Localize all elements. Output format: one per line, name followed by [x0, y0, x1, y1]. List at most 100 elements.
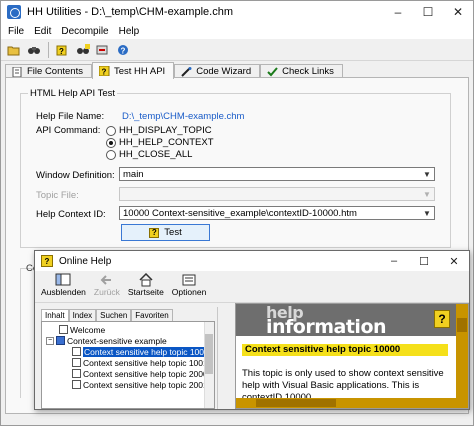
tab-contents[interactable]: Inhalt — [41, 309, 69, 321]
tab-label: File Contents — [27, 66, 83, 77]
page-icon — [72, 380, 81, 389]
scrollbar-thumb[interactable] — [457, 318, 467, 332]
tree-item[interactable]: Context sensitive help topic 10010 — [72, 357, 212, 368]
back-button[interactable]: Zurück — [90, 271, 124, 297]
help-question-icon: ? — [434, 310, 450, 328]
help-file-label: Help File Name: — [36, 111, 105, 122]
scrollbar-thumb[interactable] — [256, 399, 336, 407]
home-button-label: Startseite — [127, 287, 164, 297]
groupbox-edge — [20, 268, 21, 398]
home-button[interactable]: Startseite — [124, 271, 168, 297]
options-button[interactable]: Optionen — [168, 271, 211, 297]
radio-hh-close-all[interactable]: HH_CLOSE_ALL — [106, 149, 192, 160]
banner-logo-text: help information — [266, 305, 387, 337]
svg-text:?: ? — [121, 46, 126, 55]
tab-strip: File Contents ? Test HH API Code Wizard … — [5, 62, 343, 79]
tree-item[interactable]: Context sensitive help topic 10000 — [72, 346, 214, 357]
tree-item-label: Context sensitive help topic 20000 — [83, 368, 213, 379]
tree-scrollbar[interactable] — [204, 322, 214, 408]
toolbar-separator — [48, 41, 49, 58]
options-icon — [181, 273, 197, 287]
page-icon — [72, 369, 81, 378]
collapse-toggle[interactable]: − — [46, 336, 54, 345]
tab-test-hh-api[interactable]: ? Test HH API — [91, 62, 175, 79]
tree-item-label: Context-sensitive example — [67, 335, 167, 346]
search-help-icon[interactable] — [74, 41, 92, 59]
online-help-title-bar: ? Online Help – ☐ ✕ — [35, 251, 469, 271]
tab-check-links[interactable]: Check Links — [260, 64, 343, 78]
hide-button-label: Ausblenden — [41, 287, 86, 297]
tab-file-contents[interactable]: File Contents — [5, 64, 92, 78]
tree-item[interactable]: Context sensitive help topic 20000 — [72, 368, 212, 379]
test-button[interactable]: ? Test — [121, 224, 210, 241]
tree-item-label: Context sensitive help topic 20010 — [83, 379, 213, 390]
tree-item[interactable]: Context sensitive help topic 20010 — [72, 379, 212, 390]
wizard-icon — [181, 66, 192, 77]
close-button[interactable]: ✕ — [439, 251, 469, 271]
help-file-value: D:\_temp\CHM-example.chm — [122, 111, 245, 122]
scrollbar-thumb[interactable] — [205, 334, 213, 374]
radio-dot — [106, 137, 116, 148]
help-book-icon[interactable]: ? — [54, 41, 72, 59]
radio-dot — [106, 125, 116, 136]
test-button-label: Test — [164, 227, 182, 238]
toolbar: ? ? — [1, 39, 473, 61]
window-definition-label: Window Definition: — [36, 170, 115, 181]
svg-text:?: ? — [101, 68, 106, 77]
window-definition-combo[interactable]: main ▼ — [119, 167, 435, 181]
radio-hh-help-context[interactable]: HH_HELP_CONTEXT — [106, 137, 214, 148]
radio-label: HH_DISPLAY_TOPIC — [119, 125, 212, 136]
menu-file[interactable]: File — [3, 26, 29, 37]
close-button[interactable]: ✕ — [443, 1, 473, 23]
svg-text:?: ? — [59, 47, 64, 56]
help-context-id-value: 10000 Context-sensitive_example\contextI… — [123, 207, 357, 219]
binoculars-icon[interactable] — [25, 41, 43, 59]
help-question-icon: ? — [149, 227, 160, 238]
topic-file-label: Topic File: — [36, 190, 79, 201]
topic-pane: help information ? Context sensitive hel… — [235, 303, 469, 409]
tab-favorites[interactable]: Favoriten — [131, 309, 173, 321]
help-context-id-label: Help Context ID: — [36, 209, 106, 220]
hide-button[interactable]: Ausblenden — [37, 271, 90, 297]
tab-label: Code Wizard — [196, 66, 252, 77]
options-button-label: Optionen — [171, 287, 207, 297]
window-definition-value: main — [123, 168, 144, 180]
chevron-down-icon[interactable]: ▼ — [420, 168, 434, 180]
group-title: HTML Help API Test — [28, 88, 118, 99]
menu-edit[interactable]: Edit — [29, 26, 56, 37]
radio-hh-display-topic[interactable]: HH_DISPLAY_TOPIC — [106, 125, 212, 136]
minimize-button[interactable]: – — [379, 251, 409, 271]
window-title: HH Utilities - D:\_temp\CHM-example.chm — [27, 6, 233, 18]
tab-label: Test HH API — [113, 65, 166, 77]
tree-item-label: Welcome — [70, 324, 106, 335]
help-question-icon: ? — [41, 255, 53, 267]
hide-panel-icon — [55, 273, 71, 287]
menu-decompile[interactable]: Decompile — [56, 26, 113, 37]
tab-code-wizard[interactable]: Code Wizard — [174, 64, 261, 78]
chevron-down-icon[interactable]: ▼ — [420, 207, 434, 219]
help-icon[interactable]: ? — [114, 41, 132, 59]
tree-item[interactable]: Welcome — [59, 324, 105, 335]
radio-label: HH_CLOSE_ALL — [119, 149, 193, 160]
back-arrow-icon — [99, 273, 115, 287]
help-context-id-combo[interactable]: 10000 Context-sensitive_example\contextI… — [119, 206, 435, 220]
minimize-button[interactable]: – — [383, 1, 413, 23]
help-question-icon: ? — [98, 65, 110, 77]
compile-icon[interactable] — [94, 41, 112, 59]
book-icon — [56, 336, 65, 345]
tab-search[interactable]: Suchen — [96, 309, 132, 321]
maximize-button[interactable]: ☐ — [409, 251, 439, 271]
open-folder-icon[interactable] — [5, 41, 23, 59]
back-button-label: Zurück — [93, 287, 120, 297]
banner-line2: information — [266, 316, 387, 338]
topic-horizontal-scrollbar[interactable] — [236, 398, 458, 408]
tree-item[interactable]: − Context-sensitive example — [46, 335, 167, 346]
tab-label: Check Links — [282, 66, 334, 77]
tab-index[interactable]: Index — [68, 309, 97, 321]
page-icon — [59, 325, 68, 334]
menu-help[interactable]: Help — [114, 26, 145, 37]
app-icon — [7, 5, 21, 19]
maximize-button[interactable]: ☐ — [413, 1, 443, 23]
topic-vertical-scrollbar[interactable] — [456, 304, 468, 408]
menu-bar: File Edit Decompile Help — [1, 23, 473, 39]
